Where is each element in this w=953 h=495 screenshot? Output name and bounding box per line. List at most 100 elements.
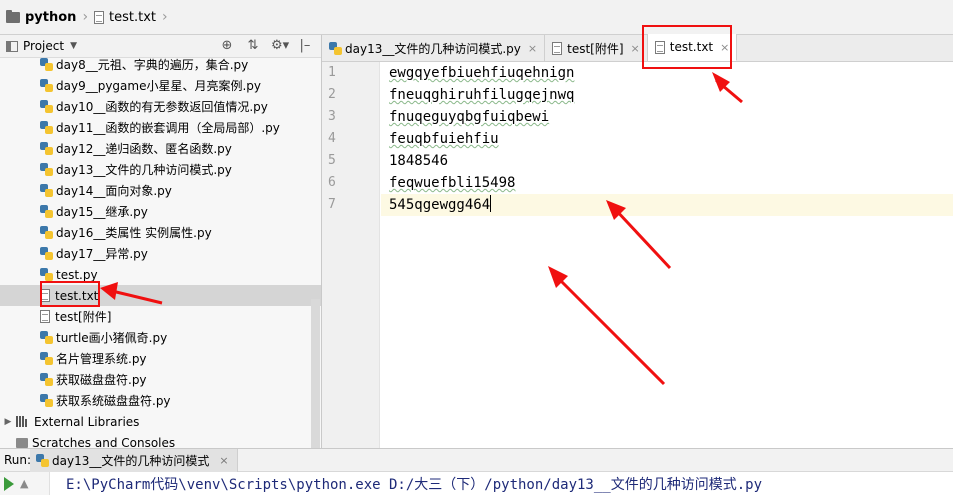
tree-item-label: day9__pygame小星星、月亮案例.py [56,79,262,93]
code-line[interactable]: feuqbfuiehfiu [381,128,953,150]
python-file-icon [40,373,53,386]
breadcrumb-project[interactable]: python [6,0,76,34]
scrollbar-thumb[interactable] [311,299,320,448]
python-file-icon [40,352,53,365]
project-icon [6,40,18,52]
python-file-icon [40,100,53,113]
text-file-icon [94,10,105,24]
project-panel: Project ▼ ⊕ ⇅ ⚙▾ |– day8__元祖、字典的遍历，集合.py… [0,35,322,448]
run-toolbar: ▲ [0,472,50,495]
tree-item[interactable]: day11__函数的嵌套调用（全局局部）.py [0,117,321,138]
python-file-icon [40,394,53,407]
code-line-text: fnuqeguyqbgfuiqbewi [389,109,550,125]
highlight-box-tab [642,25,732,69]
tree-item[interactable]: day13__文件的几种访问模式.py [0,159,321,180]
run-panel-header: Run: day13__文件的几种访问模式 × [0,448,953,472]
dropdown-caret-icon[interactable]: ▼ [70,41,77,51]
tree-item[interactable]: test[附件] [0,306,321,327]
code-line[interactable]: 545qgewgg464 [381,194,953,216]
python-file-icon [40,58,53,71]
line-number-gutter: 1 2 3 4 5 6 7 [322,62,380,448]
project-view-selector[interactable]: Project [23,39,64,53]
code-area[interactable]: ewgqyefbiuehfiuqehnign fneuqghiruhfilugqe… [381,62,953,216]
python-file-icon [329,41,342,55]
tree-item-label: day16__类属性 实例属性.py [56,226,212,240]
settings-gear-icon[interactable]: ⚙▾ [271,38,289,53]
tree-item[interactable]: day15__继承.py [0,201,321,222]
chevron-right-icon: › [162,9,168,25]
tree-item[interactable]: day17__异常.py [0,243,321,264]
line-number: 2 [328,87,336,102]
code-line-text: 1848546 [389,153,449,169]
tree-item[interactable]: day9__pygame小星星、月亮案例.py [0,75,321,96]
library-icon [16,416,30,427]
tree-item-label: turtle画小猪佩奇.py [56,331,168,345]
text-file-icon [40,310,50,323]
editor-tab-label: day13__文件的几种访问模式.py [345,41,521,56]
breadcrumb: python › test.txt › [0,0,953,35]
python-file-icon [40,142,53,155]
editor-tab[interactable]: day13__文件的几种访问模式.py × [322,35,546,61]
tree-item-label: 名片管理系统.py [56,352,147,366]
tree-item-label: day8__元祖、字典的遍历，集合.py [56,58,249,72]
scrollbar[interactable] [309,59,321,448]
tree-item-label: 获取系统磁盘盘符.py [56,394,171,408]
tree-item[interactable]: day8__元祖、字典的遍历，集合.py [0,54,321,75]
collapse-all-icon[interactable]: ⇅ [245,38,261,53]
tree-item-label: day12__递归函数、匿名函数.py [56,142,232,156]
editor-tab[interactable]: test[附件] × [545,35,648,61]
editor: day13__文件的几种访问模式.py × test[附件] × test.txt × 1… [322,34,953,448]
tree-item-label: day17__异常.py [56,247,148,261]
tree-item[interactable]: 获取系统磁盘盘符.py [0,390,321,411]
scratches-icon [16,437,28,448]
code-line-text: ewgqyefbiuehfiuqehnign [389,65,575,81]
tree-item-label: day14__面向对象.py [56,184,172,198]
close-icon[interactable]: × [219,454,228,467]
tree-item[interactable]: 名片管理系统.py [0,348,321,369]
python-file-icon [40,184,53,197]
expand-arrow-icon[interactable]: ▶ [0,417,16,427]
tree-item-label: day15__继承.py [56,205,148,219]
python-file-icon [36,453,49,467]
tree-item[interactable]: day12__递归函数、匿名函数.py [0,138,321,159]
project-tree: day8__元祖、字典的遍历，集合.py day9__pygame小星星、月亮案例… [0,58,321,448]
breadcrumb-file[interactable]: test.txt [94,0,156,34]
close-icon[interactable]: × [631,42,640,55]
python-file-icon [40,226,53,239]
code-line-text: feuqbfuiehfiu [389,131,499,147]
tree-item[interactable]: 获取磁盘盘符.py [0,369,321,390]
run-tab[interactable]: day13__文件的几种访问模式 × [30,448,238,472]
rerun-play-icon[interactable] [4,476,14,491]
tree-item-label: External Libraries [34,414,140,429]
tree-item[interactable]: day10__函数的有无参数返回值情况.py [0,96,321,117]
tree-item-label: test.py [56,267,98,282]
tree-item-scratches[interactable]: Scratches and Consoles [0,432,321,448]
python-file-icon [40,205,53,218]
locate-file-icon[interactable]: ⊕ [219,38,235,53]
code-line[interactable]: feqwuefbli15498 [381,172,953,194]
tree-item-external-libraries[interactable]: ▶ External Libraries [0,411,321,432]
tree-item[interactable]: day14__面向对象.py [0,180,321,201]
tree-item-label: day13__文件的几种访问模式.py [56,163,232,177]
hide-panel-icon[interactable]: |– [297,38,313,53]
code-line[interactable]: 1848546 [381,150,953,172]
tree-item-label: Scratches and Consoles [32,435,176,449]
python-file-icon [40,268,53,281]
line-number: 4 [328,131,336,146]
scroll-up-icon[interactable]: ▲ [20,477,28,490]
line-number: 5 [328,153,336,168]
tree-item[interactable]: turtle画小猪佩奇.py [0,327,321,348]
python-file-icon [40,79,53,92]
code-line[interactable]: fnuqeguyqbgfuiqbewi [381,106,953,128]
close-icon[interactable]: × [528,42,537,55]
code-line-text: fneuqghiruhfilugqejnwq [389,87,575,103]
code-line[interactable]: fneuqghiruhfilugqejnwq [381,84,953,106]
python-file-icon [40,121,53,134]
line-number: 7 [328,197,336,212]
tree-item[interactable]: day16__类属性 实例属性.py [0,222,321,243]
text-file-icon [552,41,563,55]
python-file-icon [40,247,53,260]
code-line-text: 545qgewgg464 [389,197,491,213]
editor-tab-label: test[附件] [567,41,624,56]
tree-item-label: day11__函数的嵌套调用（全局局部）.py [56,121,280,135]
